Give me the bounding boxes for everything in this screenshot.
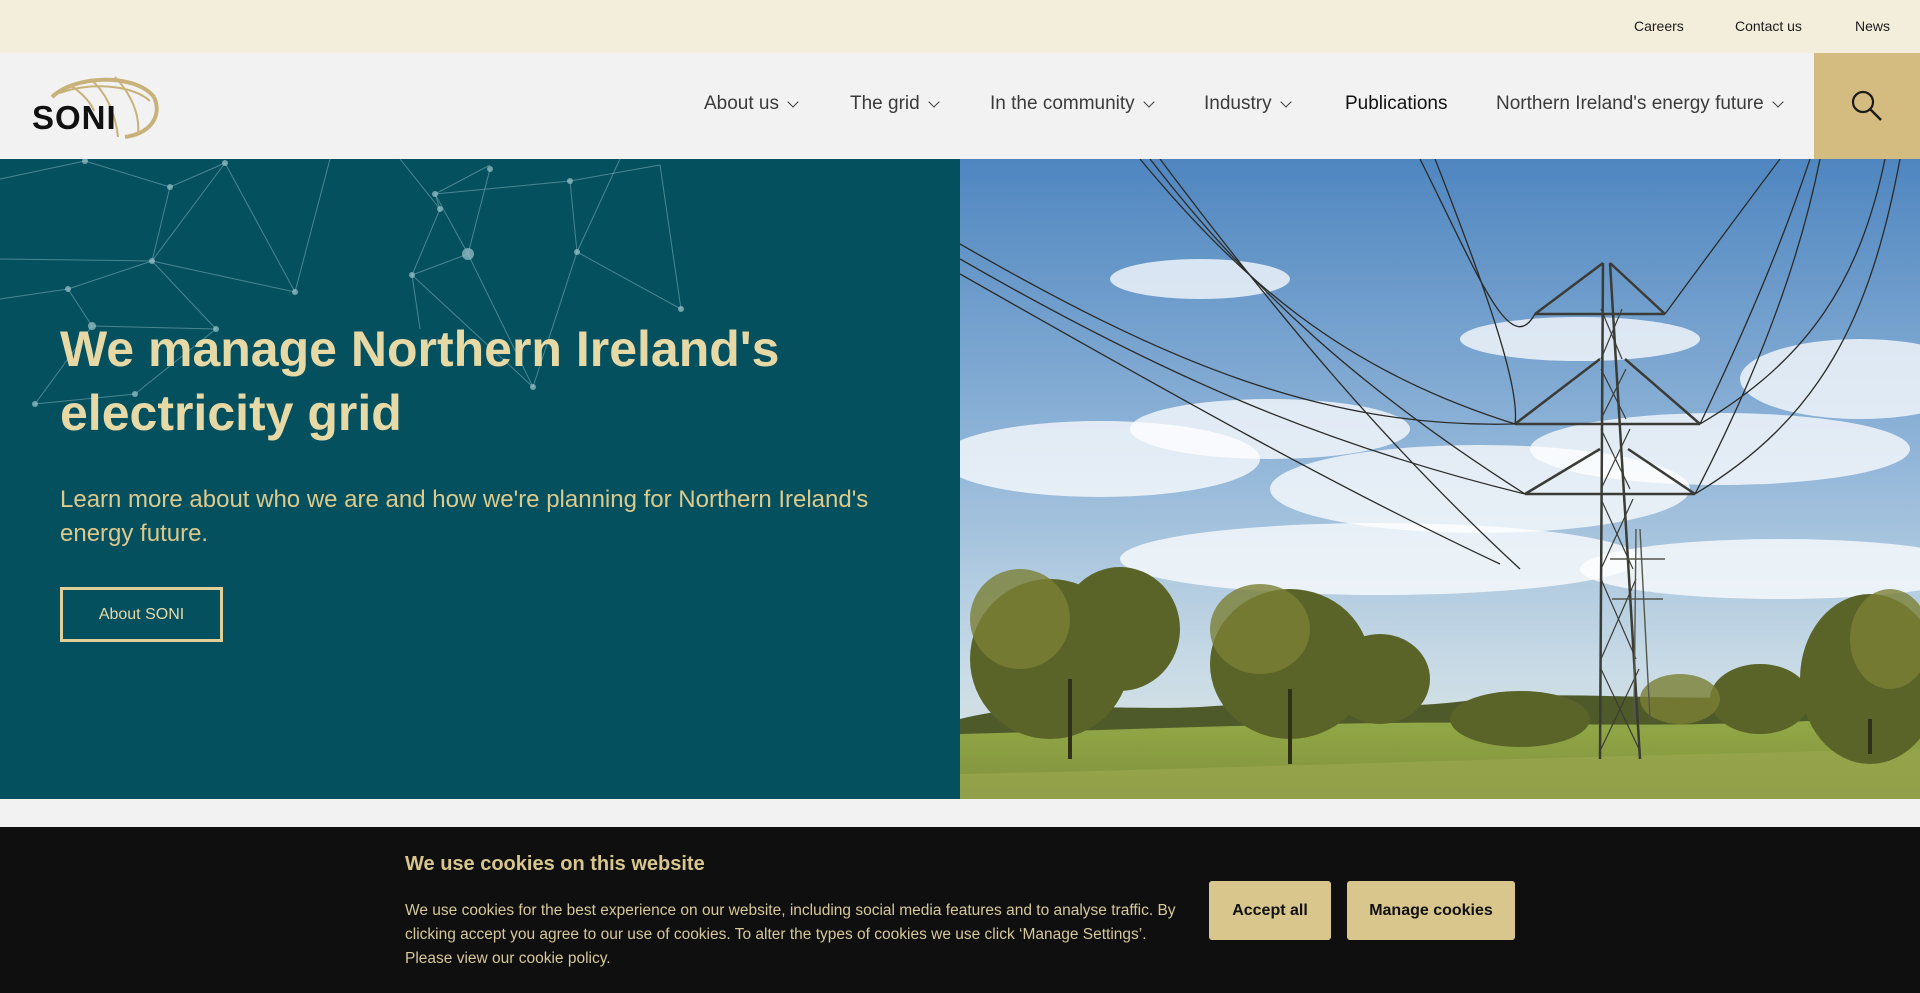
manage-cookies-button[interactable]: Manage cookies bbox=[1347, 881, 1515, 940]
cookie-banner: We use cookies on this website We use co… bbox=[0, 827, 1920, 993]
nav-label: Industry bbox=[1204, 93, 1272, 114]
nav-publications[interactable]: Publications bbox=[1345, 93, 1447, 115]
utility-link-contact-us[interactable]: Contact us bbox=[1735, 18, 1802, 34]
chevron-down-icon bbox=[787, 95, 799, 108]
nav-about-us[interactable]: About us bbox=[704, 93, 799, 115]
pylon-landscape-image bbox=[960, 159, 1920, 799]
hero-image bbox=[960, 159, 1920, 799]
utility-link-careers[interactable]: Careers bbox=[1634, 18, 1684, 34]
hero-panel: We manage Northern Ireland's electricity… bbox=[0, 159, 960, 799]
nav-label: About us bbox=[704, 93, 779, 114]
chevron-down-icon bbox=[1143, 95, 1155, 108]
search-icon bbox=[1851, 90, 1882, 121]
nav-the-grid[interactable]: The grid bbox=[850, 93, 940, 115]
site-header: SONI About us The grid In the community … bbox=[0, 53, 1920, 159]
chevron-down-icon bbox=[928, 95, 940, 108]
nav-label: Publications bbox=[1345, 93, 1448, 114]
network-graphic bbox=[0, 159, 684, 407]
utility-bar: Careers Contact us News bbox=[0, 0, 1920, 53]
soni-logo[interactable]: SONI bbox=[30, 71, 160, 141]
cookie-text: We use cookies for the best experience o… bbox=[405, 902, 1176, 967]
logo-text: SONI bbox=[32, 99, 117, 136]
hero-title: We manage Northern Ireland's electricity… bbox=[60, 321, 780, 441]
search-button[interactable] bbox=[1814, 53, 1920, 159]
nav-label: In the community bbox=[990, 93, 1135, 114]
about-soni-button[interactable]: About SONI bbox=[60, 587, 223, 642]
chevron-down-icon bbox=[1279, 95, 1292, 108]
cookie-title: We use cookies on this website bbox=[405, 853, 705, 875]
hero-subtitle: Learn more about who we are and how we'r… bbox=[60, 486, 869, 547]
chevron-down-icon bbox=[1772, 95, 1784, 108]
nav-industry[interactable]: Industry bbox=[1204, 93, 1292, 115]
nav-label: The grid bbox=[850, 93, 920, 114]
nav-ni-energy-future[interactable]: Northern Ireland's energy future bbox=[1496, 93, 1784, 115]
accept-all-button[interactable]: Accept all bbox=[1209, 881, 1331, 940]
nav-label: Northern Ireland's energy future bbox=[1496, 93, 1764, 114]
nav-in-the-community[interactable]: In the community bbox=[990, 93, 1155, 115]
utility-link-news[interactable]: News bbox=[1855, 18, 1890, 34]
